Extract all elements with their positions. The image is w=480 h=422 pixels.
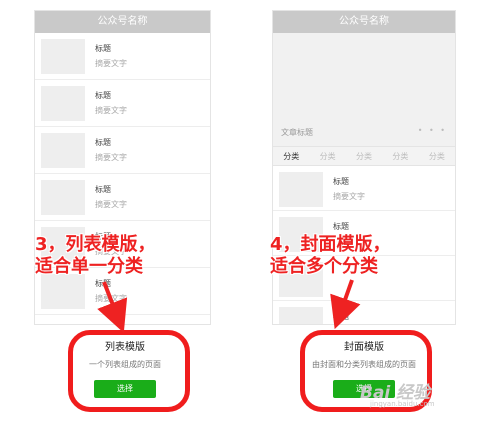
annotation-arrows [97,279,361,333]
arrow-right [330,279,361,330]
annotation-line: 4，封面模版， [270,234,391,255]
annotation-line: 适合单一分类 [35,256,143,277]
baidu-watermark-url: jingyan.baidu.com [370,400,435,408]
arrow-left [97,281,128,333]
annotation-list-template: 3，列表模版， 适合单一分类 [35,234,210,278]
annotation-line: 3，列表模版， [35,234,156,255]
annotation-cover-template: 4，封面模版， 适合多个分类 [270,234,455,278]
annotation-line: 适合多个分类 [270,256,378,277]
